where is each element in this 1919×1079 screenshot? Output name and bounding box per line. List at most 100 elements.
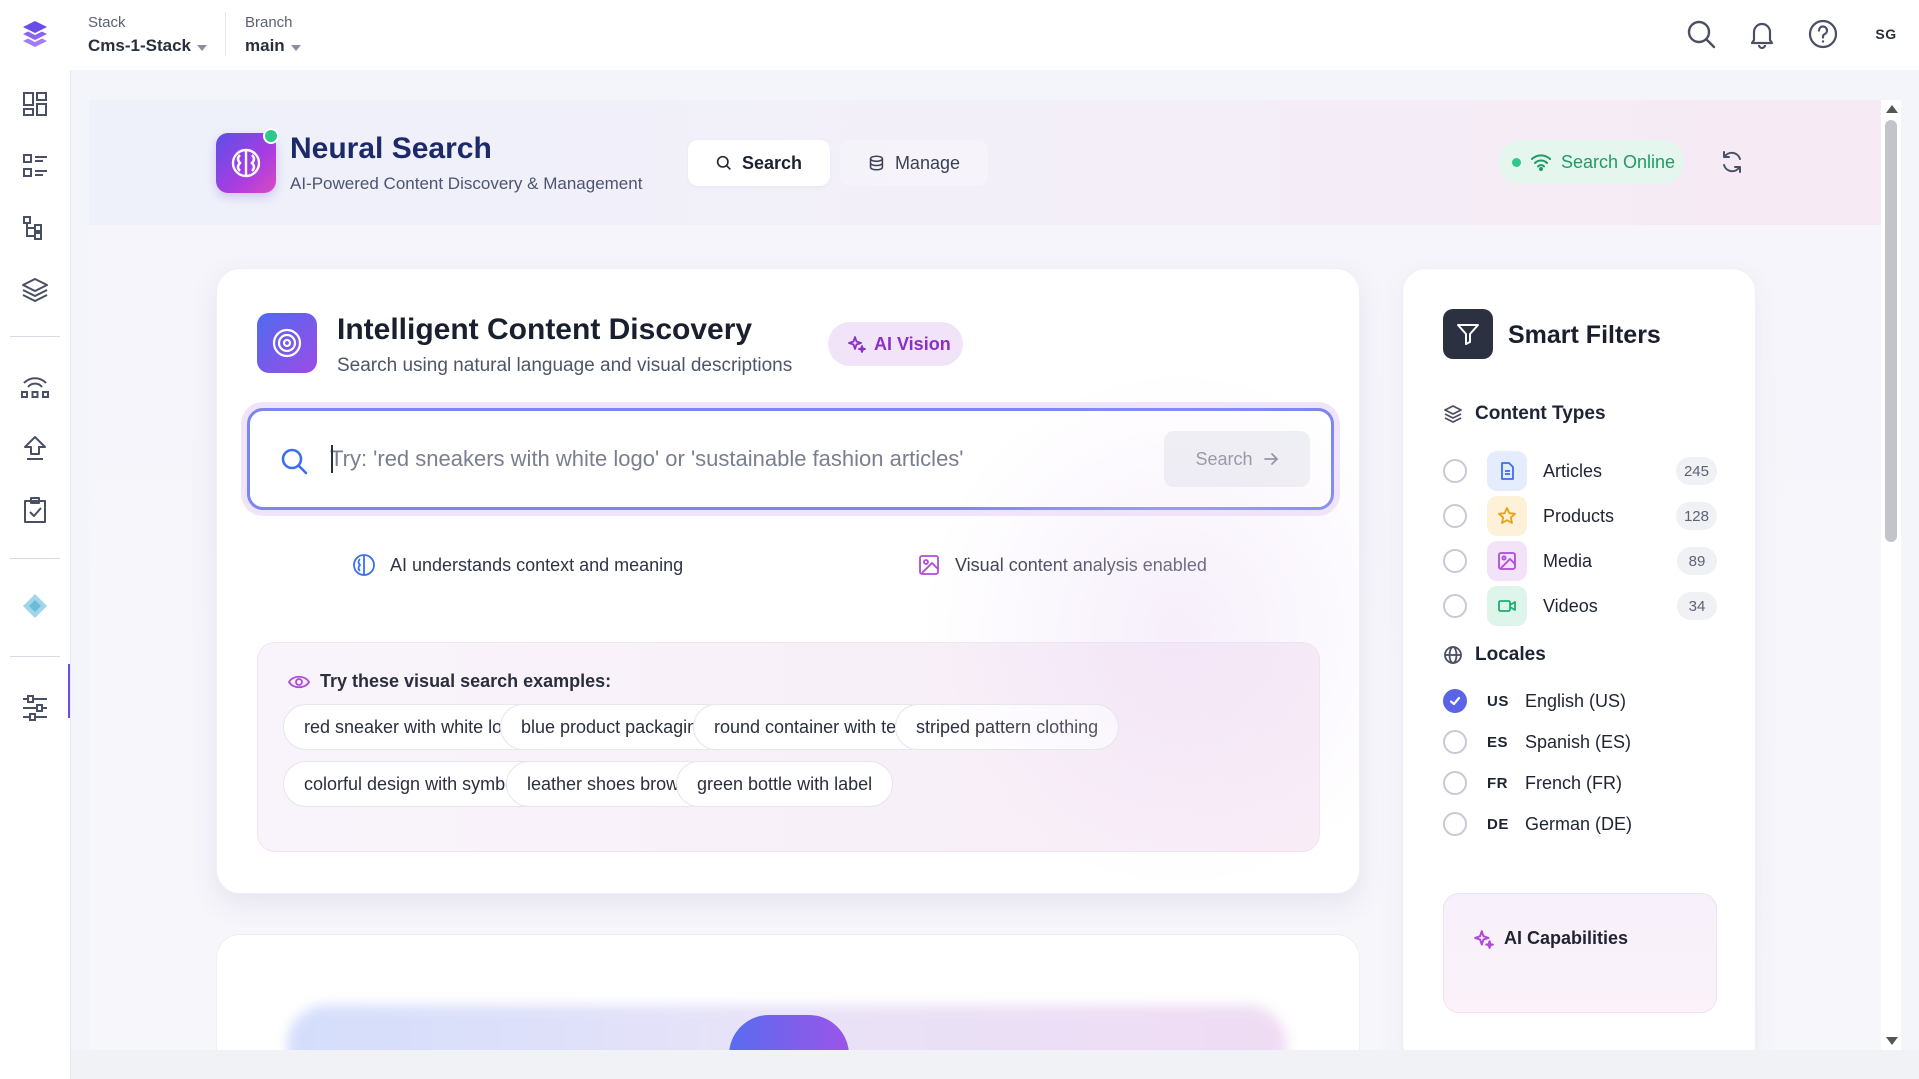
feature-context: AI understands context and meaning [352, 545, 683, 585]
scrollbar-thumb[interactable] [1885, 120, 1897, 542]
feature-text: Visual content analysis enabled [955, 554, 1207, 575]
database-icon [869, 155, 884, 171]
avatar[interactable]: SG [1866, 14, 1906, 54]
releases-icon[interactable] [15, 366, 55, 406]
checkbox[interactable] [1443, 549, 1467, 573]
image-icon [1487, 541, 1527, 581]
filters-title: Smart Filters [1508, 321, 1661, 349]
image-icon [919, 555, 939, 575]
locale-label: Spanish (ES) [1525, 731, 1632, 752]
smart-filters-panel: Smart Filters Content Types Articles 245… [1402, 268, 1756, 1050]
search-icon[interactable] [1683, 16, 1719, 52]
locale-english-us[interactable]: US English (US) [1443, 681, 1626, 721]
stack-selector[interactable]: Stack Cms-1-Stack [88, 14, 207, 56]
example-chip[interactable]: green bottle with label [676, 761, 894, 807]
check-icon [1449, 696, 1461, 706]
bell-icon[interactable] [1744, 16, 1780, 52]
tab-search[interactable]: Search [688, 140, 830, 186]
results-card [216, 934, 1360, 1050]
stack-label: Stack [88, 14, 126, 31]
dashboard-icon[interactable] [15, 84, 55, 124]
help-icon[interactable] [1805, 16, 1841, 52]
settings-sliders-icon[interactable] [15, 688, 55, 728]
search-button[interactable]: Search [1164, 431, 1310, 487]
layers-icon [1444, 405, 1462, 423]
examples-panel: Try these visual search examples: red sn… [257, 642, 1320, 852]
content-type-products[interactable]: Products 128 [1443, 494, 1717, 538]
locale-spanish-es[interactable]: ES Spanish (ES) [1443, 722, 1631, 762]
target-icon [257, 313, 317, 373]
chevron-down-icon [197, 44, 207, 51]
active-nav-indicator [68, 664, 70, 718]
search-input[interactable] [330, 435, 1150, 483]
example-chip[interactable]: striped pattern clothing [895, 704, 1120, 750]
search-box: Search [247, 408, 1334, 510]
scroll-down-arrow-icon[interactable] [1886, 1037, 1898, 1045]
brain-icon [353, 554, 375, 576]
search-icon [281, 448, 308, 475]
content-type-label: Products [1543, 506, 1615, 526]
status-text: Search Online [1561, 151, 1676, 172]
locale-code: ES [1487, 733, 1509, 751]
nav-divider [10, 558, 60, 559]
scrollbar[interactable] [1881, 100, 1901, 1050]
checkbox[interactable] [1443, 730, 1467, 754]
filter-icon [1443, 309, 1493, 359]
tab-label: Manage [894, 152, 960, 173]
ai-capabilities-panel: AI Capabilities [1443, 893, 1717, 1013]
tab-manage[interactable]: Manage [840, 140, 988, 186]
sparkles-icon [1474, 929, 1494, 949]
chevron-down-icon [290, 44, 301, 51]
divider [225, 12, 226, 56]
count-badge: 34 [1677, 592, 1717, 620]
app-logo-icon[interactable] [19, 18, 51, 50]
branch-selector[interactable]: Branch main [245, 14, 301, 56]
stack-layers-icon[interactable] [15, 270, 55, 310]
content-type-articles[interactable]: Articles 245 [1443, 449, 1717, 493]
status-dot [1512, 157, 1521, 167]
content-list-icon[interactable] [15, 146, 55, 186]
content-type-label: Media [1543, 551, 1593, 571]
checkbox[interactable] [1443, 504, 1467, 528]
deploy-icon[interactable] [15, 428, 55, 468]
eye-icon [288, 675, 310, 688]
content-type-label: Articles [1543, 461, 1603, 481]
locale-code: DE [1487, 815, 1509, 833]
nav-divider [10, 336, 60, 337]
extension-icon[interactable] [15, 586, 55, 626]
nav-divider [10, 656, 60, 657]
locale-label: English (US) [1525, 690, 1627, 711]
ai-capabilities-title: AI Capabilities [1474, 928, 1628, 949]
top-bar: Stack Cms-1-Stack Branch main SG [0, 0, 1919, 70]
count-badge: 89 [1677, 547, 1717, 575]
checkbox[interactable] [1443, 771, 1467, 795]
count-badge: 245 [1675, 457, 1717, 485]
content-models-icon[interactable] [15, 208, 55, 248]
content-type-videos[interactable]: Videos 34 [1443, 584, 1717, 628]
stack-value: Cms-1-Stack [88, 36, 191, 55]
content-type-media[interactable]: Media 89 [1443, 539, 1717, 583]
feature-visual: Visual content analysis enabled [917, 545, 1207, 585]
checkbox-checked[interactable] [1443, 689, 1467, 713]
video-icon [1487, 586, 1527, 626]
scroll-up-arrow-icon[interactable] [1886, 105, 1898, 113]
locale-french-fr[interactable]: FR French (FR) [1443, 763, 1622, 803]
locale-code: US [1487, 692, 1509, 710]
globe-icon [1444, 646, 1462, 664]
locale-german-de[interactable]: DE German (DE) [1443, 804, 1632, 844]
badge-label: AI Vision [874, 333, 951, 354]
wifi-icon [1531, 154, 1551, 171]
status-badge: Search Online [1498, 140, 1684, 184]
discovery-card: Intelligent Content Discovery Search usi… [216, 268, 1360, 894]
content-types-title: Content Types [1443, 403, 1606, 425]
checkbox[interactable] [1443, 812, 1467, 836]
checkbox[interactable] [1443, 594, 1467, 618]
bottom-strip [71, 1050, 1919, 1079]
locale-code: FR [1487, 774, 1508, 792]
tasks-icon[interactable] [15, 490, 55, 530]
checkbox[interactable] [1443, 459, 1467, 483]
refresh-icon[interactable] [1716, 146, 1748, 178]
branch-value: main [245, 36, 285, 55]
main-content: Neural Search AI-Powered Content Discove… [89, 100, 1881, 1050]
arrow-right-icon [1263, 453, 1278, 465]
